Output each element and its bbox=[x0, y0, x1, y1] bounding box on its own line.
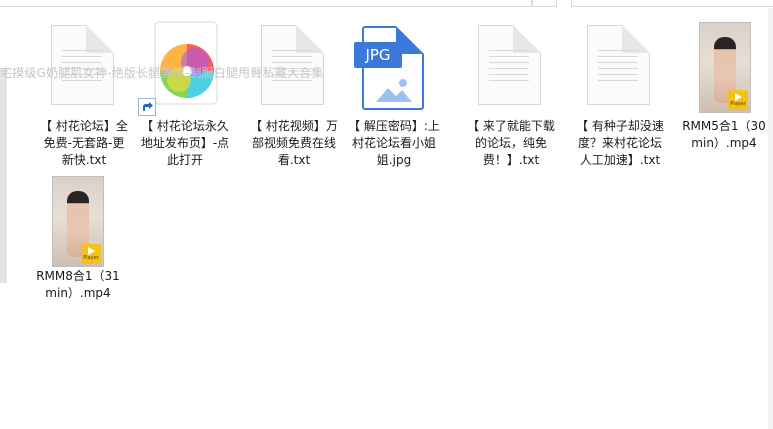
document-icon bbox=[478, 25, 541, 105]
video-thumbnail-icon: Player bbox=[52, 176, 104, 267]
shortcut-arrow-icon bbox=[138, 98, 156, 116]
jpg-badge: JPG bbox=[354, 42, 402, 68]
file-icon-area bbox=[463, 0, 559, 105]
file-item[interactable]: 【 有种子却没速度？来村花论坛人工加速】.txt bbox=[572, 0, 668, 169]
nav-pane-scrollbar[interactable] bbox=[0, 68, 7, 283]
file-icon-area: JPG bbox=[346, 0, 442, 110]
file-name: 【 村花论坛永久地址发布页】-点此打开 bbox=[140, 119, 230, 167]
file-icon-area bbox=[572, 0, 668, 105]
file-name: 【 来了就能下载的论坛，纯免费！】.txt bbox=[467, 119, 555, 167]
file-item[interactable]: Player RMM8合1（31min）.mp4 bbox=[30, 150, 126, 302]
file-name: RMM8合1（31min）.mp4 bbox=[36, 269, 120, 300]
file-item[interactable]: Player RMM5合1（30min）.mp4 bbox=[677, 0, 771, 152]
player-badge: Player bbox=[728, 90, 748, 110]
file-icon-area bbox=[137, 0, 233, 105]
file-name: 【 解压密码】:上村花论坛看小姐姐.jpg bbox=[348, 119, 440, 167]
file-name: 【 村花视频】万部视频免费在线看.txt bbox=[250, 119, 338, 167]
jpg-file-icon: JPG bbox=[354, 26, 424, 110]
file-icon-area: Player bbox=[30, 150, 126, 267]
document-icon bbox=[261, 25, 324, 105]
file-item[interactable]: JPG 【 解压密码】:上村花论坛看小姐姐.jpg bbox=[346, 0, 442, 169]
document-icon bbox=[51, 25, 114, 105]
file-icon-area: Player bbox=[677, 0, 771, 113]
file-explorer-view: 宅摸级G奶腿肌女神-绝版长腿美腿-制服白腿甩臀私藏大合集 【 村花论坛】全免费-… bbox=[0, 0, 773, 429]
file-item[interactable]: 【 来了就能下载的论坛，纯免费！】.txt bbox=[463, 0, 559, 169]
file-name: 【 有种子却没速度？来村花论坛人工加速】.txt bbox=[576, 119, 664, 167]
file-item[interactable]: 【 村花论坛】全免费-无套路-更新快.txt bbox=[36, 0, 132, 169]
file-item[interactable]: 【 村花论坛永久地址发布页】-点此打开 bbox=[137, 0, 233, 169]
file-icon-area bbox=[36, 0, 132, 105]
file-item[interactable]: 【 村花视频】万部视频免费在线看.txt bbox=[246, 0, 342, 169]
file-name: RMM5合1（30min）.mp4 bbox=[682, 119, 766, 150]
video-thumbnail-icon: Player bbox=[699, 22, 751, 113]
document-icon bbox=[587, 25, 650, 105]
player-badge: Player bbox=[81, 244, 101, 264]
file-icon-area bbox=[246, 0, 342, 105]
